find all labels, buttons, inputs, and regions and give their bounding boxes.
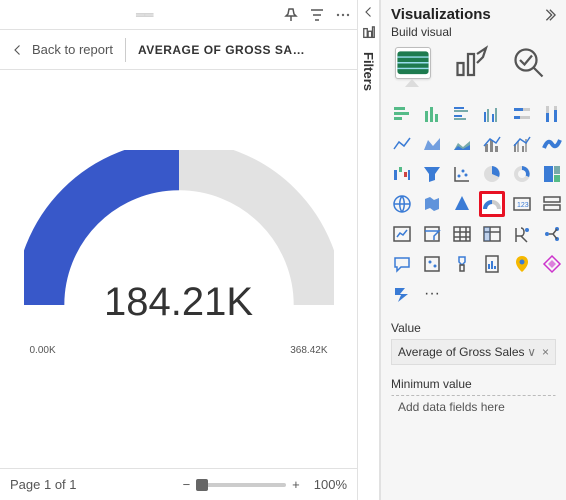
viz-100pct-column-icon[interactable] [539, 101, 565, 127]
gauge-visual[interactable]: 184.21K 0.00K 368.42K [0, 70, 357, 390]
value-field-well[interactable]: Average of Gross Sales ∨ × [391, 339, 556, 365]
viz-card-icon[interactable]: 123 [509, 191, 535, 217]
value-field-name: Average of Gross Sales [398, 345, 525, 359]
viz-get-more-visuals-icon[interactable]: ··· [419, 281, 445, 307]
viz-waterfall-icon[interactable] [389, 161, 415, 187]
page-indicator: Page 1 of 1 [10, 477, 77, 492]
svg-text:123: 123 [517, 202, 529, 209]
viz-gauge-icon[interactable] [479, 191, 505, 217]
pin-icon[interactable] [283, 7, 299, 23]
viz-treemap-icon[interactable] [539, 161, 565, 187]
tab-pointer [381, 79, 566, 93]
viz-stacked-column-icon[interactable] [419, 101, 445, 127]
viz-power-automate-icon[interactable] [389, 281, 415, 307]
expand-left-icon[interactable] [363, 6, 375, 18]
tab-format-visual[interactable] [453, 47, 489, 79]
viz-map-icon[interactable] [389, 191, 415, 217]
viz-multirow-card-icon[interactable] [539, 191, 565, 217]
visualizations-header: Visualizations [391, 6, 491, 23]
zoom-in-button[interactable]: + [292, 477, 300, 492]
viz-donut-icon[interactable] [509, 161, 535, 187]
build-visual-label: Build visual [381, 25, 566, 43]
report-canvas: ══ Back to report AVERAGE OF GROSS SAL… … [0, 0, 358, 500]
collapse-pane-icon[interactable] [542, 8, 556, 22]
visual-toolbar: ══ [0, 0, 357, 30]
divider [125, 38, 126, 62]
zoom-slider[interactable] [196, 483, 286, 487]
viz-clustered-column-icon[interactable] [479, 101, 505, 127]
field-remove-icon[interactable]: × [542, 345, 549, 359]
viz-powerapps-icon[interactable] [539, 251, 565, 277]
more-options-icon[interactable] [335, 7, 351, 23]
zoom-percentage: 100% [314, 477, 347, 492]
viz-scatter-icon[interactable] [449, 161, 475, 187]
viz-slicer-icon[interactable] [419, 221, 445, 247]
viz-table-icon[interactable] [449, 221, 475, 247]
viz-matrix-icon[interactable] [479, 221, 505, 247]
viz-key-influencers-icon[interactable] [419, 251, 445, 277]
filter-icon[interactable] [309, 7, 325, 23]
visual-title: AVERAGE OF GROSS SAL… [138, 43, 308, 57]
viz-100pct-bar-icon[interactable] [509, 101, 535, 127]
viz-stacked-area-icon[interactable] [449, 131, 475, 157]
minimum-value-field-well[interactable]: Add data fields here [391, 395, 556, 419]
back-label: Back to report [32, 42, 113, 57]
viz-goals-icon[interactable] [449, 251, 475, 277]
minimum-value-section-label: Minimum value [381, 369, 566, 393]
viz-decomposition-tree-icon[interactable] [539, 221, 565, 247]
visual-type-gallery: 123 ··· [381, 93, 566, 313]
viz-stacked-bar-icon[interactable] [389, 101, 415, 127]
viz-ribbon-icon[interactable] [539, 131, 565, 157]
report-header: Back to report AVERAGE OF GROSS SAL… [0, 30, 357, 70]
visualizations-pane: Visualizations Build visual [380, 0, 566, 500]
field-menu-icon[interactable]: ∨ [527, 345, 536, 359]
gauge-value-label: 184.21K [24, 280, 334, 325]
tab-build-visual[interactable] [395, 47, 431, 79]
viz-funnel-icon[interactable] [419, 161, 445, 187]
filters-label: Filters [361, 52, 376, 91]
viz-paginated-report-icon[interactable] [479, 251, 505, 277]
gauge-min-label: 0.00K [30, 345, 56, 356]
zoom-control: − + 100% [183, 477, 347, 492]
filters-icon [362, 26, 376, 40]
viz-clustered-bar-icon[interactable] [449, 101, 475, 127]
pane-tabs [381, 43, 566, 79]
drag-handle-icon[interactable]: ══ [136, 7, 152, 22]
viz-azure-map-icon[interactable] [449, 191, 475, 217]
viz-line-icon[interactable] [389, 131, 415, 157]
gauge-max-label: 368.42K [290, 345, 327, 356]
viz-pie-icon[interactable] [479, 161, 505, 187]
zoom-thumb[interactable] [196, 479, 208, 491]
viz-arcgis-icon[interactable] [509, 251, 535, 277]
filters-pane-collapsed[interactable]: Filters [358, 0, 380, 500]
zoom-out-button[interactable]: − [183, 477, 191, 492]
viz-filled-map-icon[interactable] [419, 191, 445, 217]
viz-kpi-icon[interactable] [389, 221, 415, 247]
tab-analytics[interactable] [511, 47, 547, 79]
viz-area-icon[interactable] [419, 131, 445, 157]
viz-line-clustered-column-icon[interactable] [509, 131, 535, 157]
report-footer: Page 1 of 1 − + 100% [0, 468, 357, 500]
viz-qna-icon[interactable] [389, 251, 415, 277]
viz-line-column-icon[interactable] [479, 131, 505, 157]
back-to-report-button[interactable]: Back to report [12, 42, 113, 57]
viz-r-visual-icon[interactable] [509, 221, 535, 247]
value-section-label: Value [381, 313, 566, 337]
